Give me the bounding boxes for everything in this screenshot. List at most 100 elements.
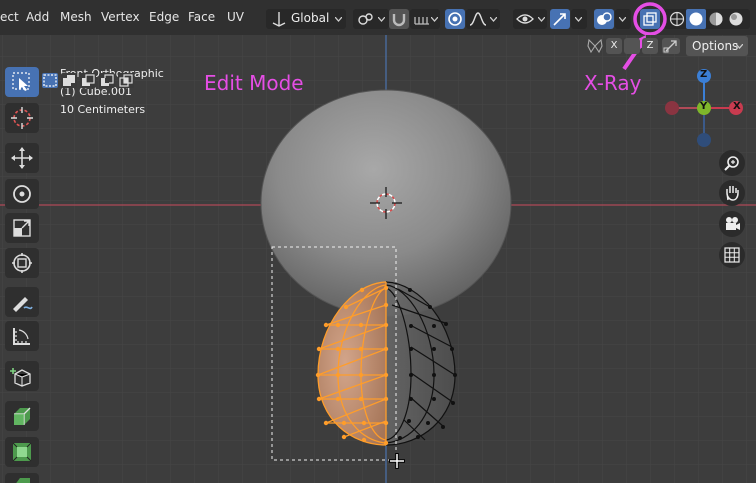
- wireframe-shading-icon[interactable]: [667, 9, 687, 29]
- gizmo-icon: [553, 13, 566, 26]
- tool-transform[interactable]: [5, 248, 39, 278]
- gizmo-x-label: X: [733, 101, 741, 112]
- proportional-falloff-dropdown[interactable]: [466, 9, 500, 29]
- grid-scale-label: 10 Centimeters: [60, 103, 146, 116]
- tool-extrude[interactable]: [5, 401, 39, 431]
- select-new-icon: [43, 74, 57, 87]
- chevron-down-icon: [736, 44, 743, 49]
- menu-mesh[interactable]: Mesh: [60, 0, 92, 35]
- mirror-butterfly-icon: [587, 38, 603, 54]
- select-mode-intersect[interactable]: [118, 73, 134, 88]
- overlays-dropdown[interactable]: [615, 9, 631, 29]
- select-difference-icon: [101, 74, 114, 86]
- tool-rotate[interactable]: [5, 179, 39, 209]
- shading-mode-group: [664, 9, 750, 29]
- select-mode-difference[interactable]: [99, 73, 115, 88]
- solid-shading-button[interactable]: [686, 9, 706, 29]
- snap-toggle[interactable]: [389, 9, 409, 29]
- gizmo-y-label: Y: [700, 101, 708, 112]
- select-intersect-icon: [119, 74, 133, 87]
- select-subtract-icon: [82, 74, 95, 86]
- menu-face[interactable]: Face: [188, 0, 215, 35]
- measure-icon: [13, 328, 30, 345]
- chevron-down-icon: [378, 17, 385, 22]
- snap-increment-icon: [414, 17, 429, 25]
- select-box-icon: [12, 72, 30, 91]
- gizmo-dropdown[interactable]: [571, 9, 587, 29]
- gizmo-toggle[interactable]: [550, 9, 570, 29]
- rotate-icon: [13, 185, 31, 203]
- move-icon: [11, 147, 33, 169]
- mirror-x-toggle[interactable]: X: [606, 38, 622, 54]
- viewport-header: ect Add Mesh Vertex Edge Face UV Global: [0, 0, 756, 36]
- tool-bevel[interactable]: [5, 473, 39, 483]
- pan-hand-icon: [726, 186, 739, 201]
- zoom-icon: [724, 156, 739, 171]
- material-shading-icon[interactable]: [706, 9, 726, 29]
- chevron-down-icon: [538, 17, 545, 22]
- tool-inset[interactable]: [5, 437, 39, 467]
- object-visibility-dropdown[interactable]: [513, 9, 547, 29]
- ortho-toggle-button[interactable]: [719, 242, 745, 268]
- select-mode-new[interactable]: [42, 73, 58, 88]
- pivot-icon: [358, 13, 373, 25]
- zoom-button[interactable]: [719, 150, 745, 176]
- camera-icon: [726, 217, 740, 230]
- 3d-viewport[interactable]: Front Orthographic (1) Cube.001 10 Centi…: [0, 35, 756, 483]
- eye-icon: [516, 14, 534, 24]
- menu-add[interactable]: Add: [26, 0, 49, 35]
- add-cube-icon: [10, 368, 31, 387]
- chevron-down-icon: [335, 17, 342, 22]
- tool-annotate[interactable]: [5, 287, 39, 317]
- tool-add-cube[interactable]: [5, 361, 39, 391]
- menu-vertex[interactable]: Vertex: [101, 0, 140, 35]
- annotate-icon: [13, 297, 33, 312]
- auto-merge-toggle[interactable]: [662, 38, 680, 54]
- overlays-toggle[interactable]: [594, 9, 614, 29]
- mirror-z-toggle[interactable]: Z: [642, 38, 658, 54]
- cursor-icon: [11, 107, 33, 129]
- pivot-point-dropdown[interactable]: [353, 9, 389, 29]
- tool-scale[interactable]: [5, 213, 39, 243]
- grid-icon: [724, 247, 740, 263]
- snap-target-dropdown[interactable]: [410, 9, 440, 29]
- proportional-editing-toggle[interactable]: [445, 9, 465, 29]
- tool-move[interactable]: [5, 143, 39, 173]
- menu-uv[interactable]: UV: [227, 0, 244, 35]
- menu-select[interactable]: ect: [0, 0, 19, 35]
- proportional-edit-icon: [448, 12, 462, 26]
- select-mode-group: [0, 35, 140, 88]
- chevron-down-icon: [431, 17, 438, 22]
- extrude-icon: [14, 407, 31, 425]
- edit-mode-annotation: Edit Mode: [204, 71, 304, 95]
- magnet-icon: [392, 14, 406, 27]
- transform-orientation-label: Global: [291, 11, 330, 25]
- xray-highlight-circle: [633, 2, 667, 36]
- transform-orientation-dropdown[interactable]: Global: [266, 9, 346, 29]
- solid-shading-icon: [689, 12, 703, 26]
- chevron-down-icon: [490, 17, 497, 22]
- tool-measure[interactable]: [5, 321, 39, 351]
- bevel-icon: [16, 478, 30, 483]
- tool-cursor[interactable]: [5, 103, 39, 133]
- options-dropdown[interactable]: Options: [686, 36, 748, 56]
- merge-icon: [663, 40, 677, 53]
- camera-view-button[interactable]: [719, 211, 745, 237]
- overlays-icon: [597, 12, 612, 25]
- chevron-down-icon: [619, 17, 626, 22]
- falloff-curve-icon: [469, 12, 487, 26]
- chevron-down-icon: [575, 17, 582, 22]
- global-axes-icon: [272, 12, 286, 27]
- select-mode-subtract[interactable]: [80, 73, 96, 88]
- mirror-y-toggle[interactable]: [624, 38, 640, 54]
- gizmo-z-label: Z: [700, 69, 708, 80]
- options-label: Options: [692, 39, 739, 53]
- select-mode-extend[interactable]: [61, 73, 77, 88]
- transform-icon: [12, 253, 32, 273]
- rendered-shading-icon[interactable]: [726, 9, 746, 29]
- select-extend-icon: [63, 75, 75, 86]
- tool-select-box[interactable]: [5, 67, 39, 97]
- inset-icon: [12, 442, 32, 462]
- pan-button[interactable]: [719, 180, 745, 206]
- menu-edge[interactable]: Edge: [149, 0, 179, 35]
